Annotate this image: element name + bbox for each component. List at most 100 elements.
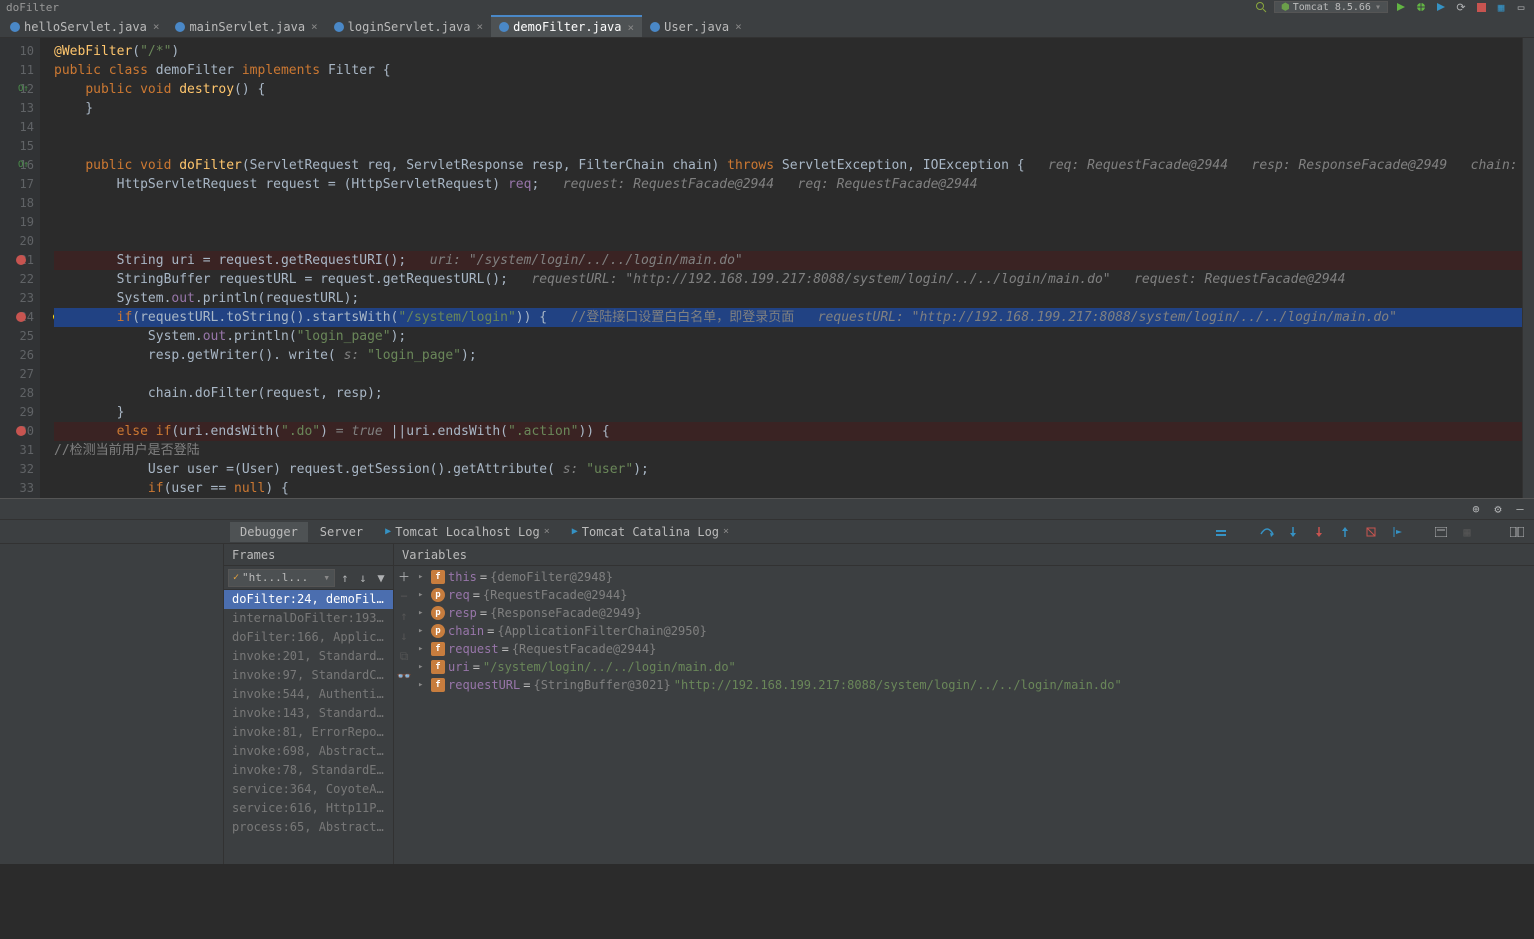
expand-icon[interactable]: ▸ <box>418 640 428 658</box>
code-line-21[interactable]: String uri = request.getRequestURI(); ur… <box>54 251 1522 270</box>
code-line-25[interactable]: System.out.println("login_page"); <box>54 327 1522 346</box>
code-line-27[interactable] <box>54 365 1522 384</box>
code-line-30[interactable]: else if(uri.endsWith(".do") = true ||uri… <box>54 422 1522 441</box>
code-line-16[interactable]: public void doFilter(ServletRequest req,… <box>54 156 1522 175</box>
debug-tab-tomcat-localhost-log[interactable]: ▶Tomcat Localhost Log× <box>375 522 560 542</box>
add-watch-icon[interactable]: ＋ <box>396 568 412 584</box>
layout-icon[interactable]: ▦ <box>1494 0 1508 14</box>
variable-row[interactable]: ▸f this = {demoFilter@2948} <box>416 568 1534 586</box>
more-icon[interactable]: ▭ <box>1514 0 1528 14</box>
run-config-select[interactable]: ⬢Tomcat 8.5.66▾ <box>1274 1 1388 13</box>
variable-row[interactable]: ▸f requestURL = {StringBuffer@3021} "htt… <box>416 676 1534 694</box>
step-over-icon[interactable] <box>1258 523 1276 541</box>
code-line-13[interactable]: } <box>54 99 1522 118</box>
gutter[interactable]: 1011O↑12131415O↑161718192021222324💡25262… <box>0 38 40 498</box>
remove-watch-icon[interactable]: − <box>396 588 412 604</box>
show-exec-icon[interactable] <box>1214 523 1232 541</box>
run-to-cursor-icon[interactable] <box>1388 523 1406 541</box>
frame-row[interactable]: service:364, CoyoteAdapter <box>224 780 393 799</box>
frame-row[interactable]: invoke:97, StandardContextV <box>224 666 393 685</box>
close-icon[interactable]: × <box>153 20 160 33</box>
code-area[interactable]: @WebFilter("/*")public class demoFilter … <box>40 38 1522 498</box>
glasses-icon[interactable]: 👓 <box>396 668 412 684</box>
layout-toggle-icon[interactable] <box>1508 523 1526 541</box>
code-line-23[interactable]: System.out.println(requestURL); <box>54 289 1522 308</box>
close-icon[interactable]: × <box>628 21 635 34</box>
expand-icon[interactable]: ▸ <box>418 568 428 586</box>
code-line-12[interactable]: public void destroy() { <box>54 80 1522 99</box>
code-line-26[interactable]: resp.getWriter(). write( s: "login_page"… <box>54 346 1522 365</box>
code-line-15[interactable] <box>54 137 1522 156</box>
scroll-strip[interactable] <box>1522 38 1534 498</box>
step-out-icon[interactable] <box>1336 523 1354 541</box>
variable-row[interactable]: ▸p req = {RequestFacade@2944} <box>416 586 1534 604</box>
crosshair-icon[interactable]: ⊕ <box>1468 501 1484 517</box>
code-line-24[interactable]: if(requestURL.toString().startsWith("/sy… <box>54 308 1522 327</box>
frame-row[interactable]: invoke:698, AbstractAccessLg <box>224 742 393 761</box>
code-line-22[interactable]: StringBuffer requestURL = request.getReq… <box>54 270 1522 289</box>
prev-frame-icon[interactable]: ↑ <box>337 570 353 586</box>
up-watch-icon[interactable]: ↑ <box>396 608 412 624</box>
frame-row[interactable]: service:616, Http11Processor <box>224 799 393 818</box>
variable-row[interactable]: ▸p resp = {ResponseFacade@2949} <box>416 604 1534 622</box>
minimize-icon[interactable]: — <box>1512 501 1528 517</box>
close-icon[interactable]: × <box>311 20 318 33</box>
expand-icon[interactable]: ▸ <box>418 586 428 604</box>
run-icon[interactable] <box>1394 0 1408 14</box>
tab-demofilter-java[interactable]: demoFilter.java× <box>491 15 642 37</box>
code-line-14[interactable] <box>54 118 1522 137</box>
tab-user-java[interactable]: User.java× <box>642 15 750 37</box>
next-frame-icon[interactable]: ↓ <box>355 570 371 586</box>
frame-row[interactable]: process:65, AbstractProcesso <box>224 818 393 837</box>
variables-list[interactable]: ▸f this = {demoFilter@2948}▸p req = {Req… <box>394 566 1534 864</box>
down-watch-icon[interactable]: ↓ <box>396 628 412 644</box>
code-line-10[interactable]: @WebFilter("/*") <box>54 42 1522 61</box>
debug-icon[interactable] <box>1414 0 1428 14</box>
search-icon[interactable] <box>1254 0 1268 14</box>
frame-row[interactable]: internalDoFilter:193, Applicat <box>224 609 393 628</box>
expand-icon[interactable]: ▸ <box>418 622 428 640</box>
code-line-31[interactable]: //检测当前用户是否登陆 <box>54 441 1522 460</box>
frame-row[interactable]: invoke:81, ErrorReportValve <box>224 723 393 742</box>
variable-row[interactable]: ▸f uri = "/system/login/../../login/main… <box>416 658 1534 676</box>
variable-row[interactable]: ▸f request = {RequestFacade@2944} <box>416 640 1534 658</box>
stop-icon[interactable] <box>1474 0 1488 14</box>
attach-icon[interactable]: ⟳ <box>1454 0 1468 14</box>
variable-row[interactable]: ▸p chain = {ApplicationFilterChain@2950} <box>416 622 1534 640</box>
filter-frames-icon[interactable]: ▼ <box>373 570 389 586</box>
debug-tab-server[interactable]: Server <box>310 522 373 542</box>
force-step-into-icon[interactable] <box>1310 523 1328 541</box>
tab-helloservlet-java[interactable]: helloServlet.java× <box>2 15 167 37</box>
code-line-17[interactable]: HttpServletRequest request = (HttpServle… <box>54 175 1522 194</box>
code-line-18[interactable] <box>54 194 1522 213</box>
expand-icon[interactable]: ▸ <box>418 604 428 622</box>
close-icon[interactable]: × <box>544 526 550 537</box>
code-line-32[interactable]: User user =(User) request.getSession().g… <box>54 460 1522 479</box>
frame-row[interactable]: invoke:78, StandardEngineVa <box>224 761 393 780</box>
frame-row[interactable]: doFilter:166, ApplicationFilter <box>224 628 393 647</box>
gear-icon[interactable]: ⚙ <box>1490 501 1506 517</box>
code-line-20[interactable] <box>54 232 1522 251</box>
expand-icon[interactable]: ▸ <box>418 658 428 676</box>
code-line-29[interactable]: } <box>54 403 1522 422</box>
evaluate-icon[interactable] <box>1432 523 1450 541</box>
coverage-icon[interactable] <box>1434 0 1448 14</box>
close-icon[interactable]: × <box>477 20 484 33</box>
frame-row[interactable]: invoke:143, StandardHostVal <box>224 704 393 723</box>
drop-frame-icon[interactable] <box>1362 523 1380 541</box>
debug-tab-debugger[interactable]: Debugger <box>230 522 308 542</box>
tab-loginservlet-java[interactable]: loginServlet.java× <box>326 15 491 37</box>
close-icon[interactable]: × <box>723 526 729 537</box>
expand-icon[interactable]: ▸ <box>418 676 428 694</box>
copy-watch-icon[interactable]: ⧉ <box>396 648 412 664</box>
code-line-33[interactable]: if(user == null) { <box>54 479 1522 498</box>
tab-mainservlet-java[interactable]: mainServlet.java× <box>167 15 325 37</box>
frames-list[interactable]: doFilter:24, demoFilter (cominternalDoFi… <box>224 590 393 864</box>
step-into-icon[interactable] <box>1284 523 1302 541</box>
close-icon[interactable]: × <box>735 20 742 33</box>
trace-icon[interactable]: ▦ <box>1458 523 1476 541</box>
frame-row[interactable]: invoke:201, StandardWrapp <box>224 647 393 666</box>
frame-row[interactable]: invoke:544, AuthenticatorBas <box>224 685 393 704</box>
code-line-28[interactable]: chain.doFilter(request, resp); <box>54 384 1522 403</box>
debug-tab-tomcat-catalina-log[interactable]: ▶Tomcat Catalina Log× <box>562 522 739 542</box>
